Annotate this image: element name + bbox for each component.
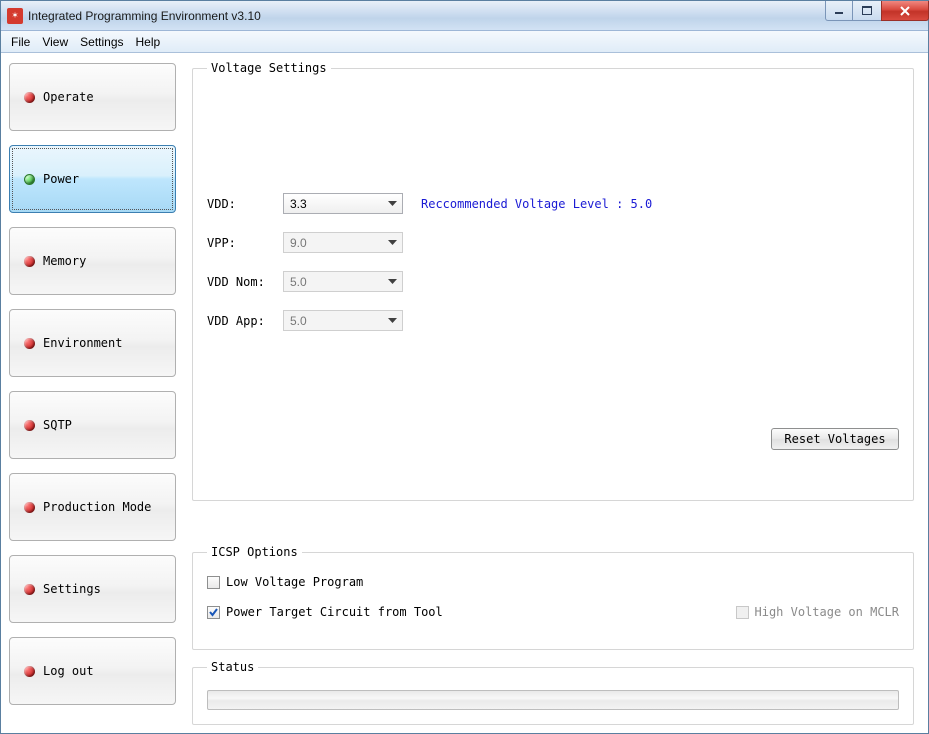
sidebar-item-production-mode[interactable]: Production Mode: [9, 473, 176, 541]
voltage-settings-legend: Voltage Settings: [207, 61, 331, 75]
vdd-label: VDD:: [207, 197, 283, 211]
vpp-select[interactable]: 9.0: [283, 232, 403, 253]
window-title: Integrated Programming Environment v3.10: [28, 9, 261, 23]
vdd-nom-label: VDD Nom:: [207, 275, 283, 289]
bullet-red-icon: [24, 338, 35, 349]
status-legend: Status: [207, 660, 258, 674]
sidebar-item-label: Environment: [43, 336, 122, 350]
sidebar-item-environment[interactable]: Environment: [9, 309, 176, 377]
power-target-circuit-checkbox[interactable]: [207, 606, 220, 619]
app-icon: ✶: [7, 8, 23, 24]
maximize-button[interactable]: [852, 1, 882, 21]
menu-file[interactable]: File: [5, 33, 36, 51]
vdd-value: 3.3: [290, 197, 307, 211]
sidebar-item-operate[interactable]: Operate: [9, 63, 176, 131]
vdd-select[interactable]: 3.3: [283, 193, 403, 214]
chevron-down-icon: [385, 195, 400, 212]
chevron-down-icon: [385, 273, 400, 290]
sidebar-item-label: Log out: [43, 664, 94, 678]
sidebar-item-label: Memory: [43, 254, 86, 268]
vdd-app-value: 5.0: [290, 314, 307, 328]
vdd-nom-select[interactable]: 5.0: [283, 271, 403, 292]
bullet-red-icon: [24, 502, 35, 513]
sidebar-item-logout[interactable]: Log out: [9, 637, 176, 705]
vdd-app-label: VDD App:: [207, 314, 283, 328]
bullet-red-icon: [24, 666, 35, 677]
low-voltage-program-label: Low Voltage Program: [226, 575, 363, 589]
minimize-button[interactable]: [825, 1, 853, 21]
sidebar-item-power[interactable]: Power: [9, 145, 176, 213]
low-voltage-program-checkbox[interactable]: [207, 576, 220, 589]
icsp-options-legend: ICSP Options: [207, 545, 302, 559]
menubar: File View Settings Help: [1, 31, 928, 53]
sidebar-item-label: Production Mode: [43, 500, 151, 514]
chevron-down-icon: [385, 312, 400, 329]
sidebar: Operate Power Memory Environment SQTP Pr…: [1, 53, 184, 733]
icsp-options-group: ICSP Options Low Voltage Program Power T…: [192, 545, 914, 650]
bullet-red-icon: [24, 584, 35, 595]
close-button[interactable]: [881, 1, 929, 21]
chevron-down-icon: [385, 234, 400, 251]
vpp-label: VPP:: [207, 236, 283, 250]
titlebar: ✶ Integrated Programming Environment v3.…: [1, 1, 928, 31]
menu-settings[interactable]: Settings: [74, 33, 129, 51]
sidebar-item-memory[interactable]: Memory: [9, 227, 176, 295]
main-panel: Voltage Settings VDD: 3.3 Reccommended V…: [184, 53, 928, 733]
high-voltage-mclr-label: High Voltage on MCLR: [755, 605, 900, 619]
vdd-recommended-text: Reccommended Voltage Level : 5.0: [421, 197, 652, 211]
sidebar-item-label: Operate: [43, 90, 94, 104]
bullet-red-icon: [24, 92, 35, 103]
bullet-green-icon: [24, 174, 35, 185]
menu-view[interactable]: View: [36, 33, 74, 51]
vdd-nom-value: 5.0: [290, 275, 307, 289]
vpp-value: 9.0: [290, 236, 307, 250]
reset-voltages-button[interactable]: Reset Voltages: [771, 428, 899, 450]
menu-help[interactable]: Help: [130, 33, 167, 51]
sidebar-item-label: SQTP: [43, 418, 72, 432]
status-progressbar: [207, 690, 899, 710]
high-voltage-mclr-checkbox: [736, 606, 749, 619]
sidebar-item-label: Power: [43, 172, 79, 186]
sidebar-item-settings[interactable]: Settings: [9, 555, 176, 623]
status-group: Status: [192, 660, 914, 725]
sidebar-item-sqtp[interactable]: SQTP: [9, 391, 176, 459]
sidebar-item-label: Settings: [43, 582, 101, 596]
window-buttons: [825, 1, 928, 21]
bullet-red-icon: [24, 256, 35, 267]
vdd-app-select[interactable]: 5.0: [283, 310, 403, 331]
voltage-settings-group: Voltage Settings VDD: 3.3 Reccommended V…: [192, 61, 914, 501]
power-target-circuit-label: Power Target Circuit from Tool: [226, 605, 443, 619]
bullet-red-icon: [24, 420, 35, 431]
